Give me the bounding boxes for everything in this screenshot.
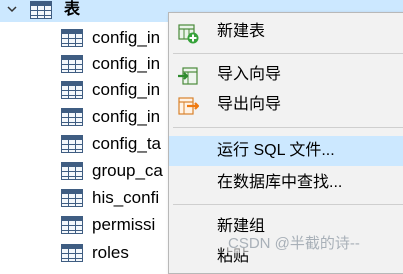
- menu-item-import-wizard[interactable]: 导入向导: [169, 60, 403, 90]
- table-icon: [61, 29, 83, 47]
- table-icon: [61, 55, 83, 73]
- table-icon: [61, 244, 83, 262]
- menu-item-label: 新建表: [217, 23, 266, 40]
- table-item-label: config_in: [92, 54, 161, 73]
- import-wizard-icon: [178, 67, 198, 85]
- menu-item-label: 导出向导: [217, 96, 282, 113]
- table-icon: [61, 162, 83, 180]
- table-icon: [61, 216, 83, 234]
- menu-separator: [173, 53, 403, 54]
- new-table-icon: [178, 24, 199, 44]
- tables-node-label: 表: [64, 1, 81, 18]
- table-item-label: config_in: [92, 107, 161, 126]
- table-item-label: config_ta: [92, 134, 161, 153]
- table-item-label: his_confi: [92, 188, 160, 207]
- table-item-label: permissi: [92, 215, 156, 234]
- menu-item-label: 在数据库中查找...: [217, 174, 343, 191]
- menu-separator: [173, 127, 403, 128]
- table-icon: [61, 81, 83, 99]
- chevron-down-icon[interactable]: [6, 3, 18, 15]
- menu-item-label: 运行 SQL 文件...: [217, 142, 335, 159]
- menu-item-new-table[interactable]: 新建表: [169, 17, 403, 47]
- menu-item-label: 导入向导: [217, 66, 282, 83]
- table-item-label: group_ca: [92, 161, 163, 180]
- table-item-label: roles: [92, 243, 129, 262]
- table-group-icon: [30, 1, 52, 19]
- watermark: CSDN @半截的诗--: [226, 232, 362, 253]
- table-icon: [61, 108, 83, 126]
- menu-item-find-in-database[interactable]: 在数据库中查找...: [169, 168, 403, 198]
- menu-item-run-sql-file[interactable]: 运行 SQL 文件...: [169, 136, 403, 166]
- table-item-label: config_in: [92, 28, 161, 47]
- table-icon: [61, 189, 83, 207]
- table-icon: [61, 135, 83, 153]
- table-item-label: config_in: [92, 80, 161, 99]
- menu-separator: [173, 204, 403, 205]
- menu-item-export-wizard[interactable]: 导出向导: [169, 90, 403, 120]
- export-wizard-icon: [178, 97, 199, 115]
